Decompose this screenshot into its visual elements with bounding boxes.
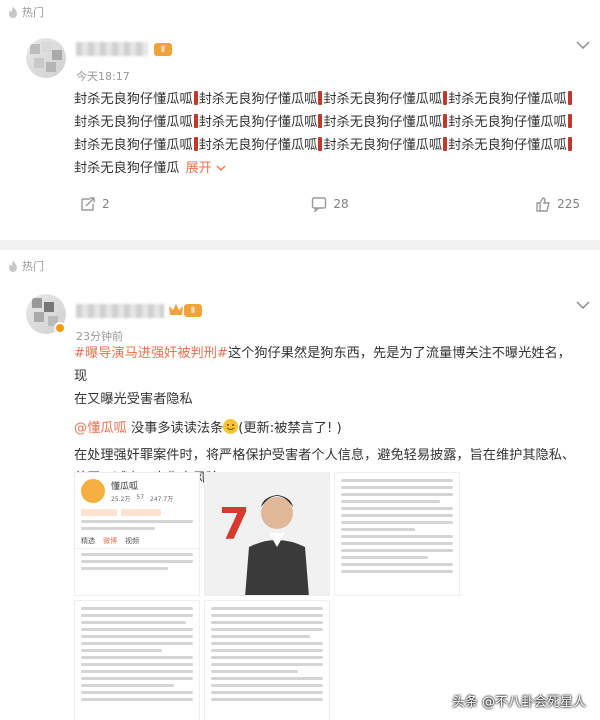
section-label: 热门 — [22, 6, 44, 19]
level-badge: Ⅱ — [184, 304, 202, 317]
post-2: 热门 Ⅱ 23分钟前 #曝导演马进强奸被判刑#这个狗仔果然是狗东西，先是为了流量… — [0, 254, 600, 720]
section-label: 热门 — [22, 260, 44, 273]
image-thumbnail-2[interactable]: 7 — [204, 472, 330, 596]
like-button[interactable]: 225 — [413, 196, 580, 212]
expand-link[interactable]: 展开 — [186, 161, 212, 176]
smile-emoji-icon — [223, 419, 239, 434]
mention-link[interactable]: @懂瓜呱 — [74, 421, 127, 436]
comment-button[interactable]: 28 — [247, 196, 414, 212]
hot-section-header: 热门 — [0, 254, 600, 278]
image-thumbnail-5[interactable] — [204, 600, 330, 720]
profile-username: 懂瓜呱 — [111, 482, 139, 492]
avatar[interactable] — [26, 38, 66, 78]
red-mark-icon — [443, 114, 448, 128]
text-line: 封杀无良狗仔懂瓜呱 封杀无良狗仔懂瓜呱 封杀无良狗仔懂瓜呱 封杀无良狗仔懂瓜呱 — [74, 111, 580, 134]
thumbs-up-icon — [536, 197, 551, 212]
comment-icon — [312, 197, 327, 212]
image-thumbnail-3[interactable] — [334, 472, 460, 596]
red-mark-icon — [318, 114, 323, 128]
post-text: #曝导演马进强奸被判刑#这个狗仔果然是狗东西，先是为了流量博关注不曝光姓名，现 … — [74, 346, 576, 486]
post-text: 封杀无良狗仔懂瓜呱 封杀无良狗仔懂瓜呱 封杀无良狗仔懂瓜呱 封杀无良狗仔懂瓜呱 封杀无良… — [74, 88, 580, 180]
person-photo — [245, 495, 309, 595]
post-time: 今天18:17 — [76, 70, 130, 83]
red-mark-icon — [318, 91, 323, 105]
red-mark-icon — [443, 137, 448, 151]
username-blurred[interactable] — [76, 304, 164, 318]
red-mark-icon — [193, 91, 198, 105]
red-mark-icon — [567, 137, 572, 151]
red-mark-icon — [318, 137, 323, 151]
repost-icon — [81, 197, 95, 211]
text-line: 封杀无良狗仔懂瓜呱 封杀无良狗仔懂瓜呱 封杀无良狗仔懂瓜呱 封杀无良狗仔懂瓜呱 — [74, 134, 580, 157]
repost-button[interactable]: 2 — [74, 196, 247, 212]
chevron-down-icon[interactable] — [576, 300, 590, 310]
watermark: 头条 @不八卦会死星人 — [451, 695, 586, 710]
hot-section-header: 热门 — [0, 0, 600, 24]
red-mark-icon — [193, 114, 198, 128]
action-bar: 2 28 225 — [74, 192, 580, 216]
username-blurred[interactable] — [76, 42, 148, 56]
verified-badge-icon — [54, 322, 66, 334]
red-mark-icon — [193, 137, 198, 151]
profile-avatar — [81, 479, 105, 503]
level-badge: Ⅱ — [154, 43, 172, 56]
text-line: 封杀无良狗仔懂瓜 展开 — [74, 157, 580, 180]
chevron-down-icon[interactable] — [576, 40, 590, 50]
topic-link[interactable]: #曝导演马进强奸被判刑# — [74, 346, 228, 361]
text-line: 封杀无良狗仔懂瓜呱 封杀无良狗仔懂瓜呱 封杀无良狗仔懂瓜呱 封杀无良狗仔懂瓜呱 — [74, 88, 580, 111]
fire-icon — [9, 6, 17, 18]
red-mark-icon — [567, 91, 572, 105]
expand-chevron-icon — [216, 165, 226, 171]
image-thumbnail-1[interactable]: 懂瓜呱 25.2万 57 247.7万 精选 微博 视频 — [74, 472, 200, 596]
post-1: 热门 Ⅱ 今天18:17 封杀无良狗仔懂瓜呱 封杀无良狗仔懂瓜呱 封杀无良狗仔懂瓜呱… — [0, 0, 600, 248]
image-thumbnail-4[interactable] — [74, 600, 200, 720]
red-mark-icon — [443, 91, 448, 105]
crown-icon — [169, 304, 183, 315]
fire-icon — [9, 260, 17, 272]
red-mark-icon — [567, 114, 572, 128]
